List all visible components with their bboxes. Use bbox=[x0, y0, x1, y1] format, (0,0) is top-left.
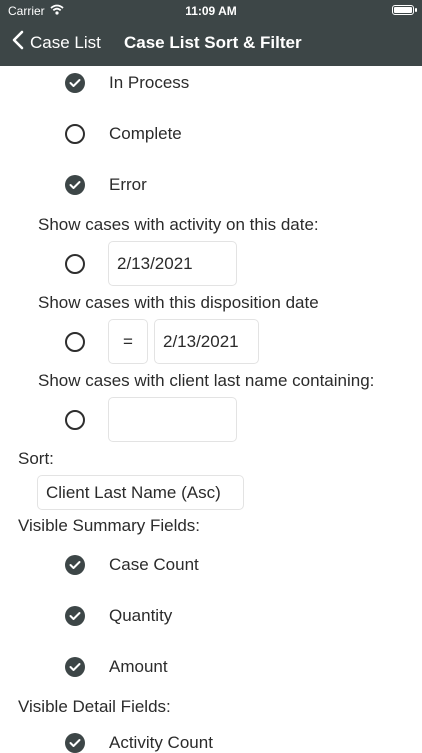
summary-field-amount[interactable]: Amount bbox=[65, 657, 168, 677]
header-bar: Carrier 11:09 AM Case List Case List Sor… bbox=[0, 0, 422, 66]
status-bar: Carrier 11:09 AM bbox=[0, 0, 422, 22]
back-button-label: Case List bbox=[30, 32, 101, 52]
sort-heading: Sort: bbox=[18, 449, 54, 468]
summary-field-case-count[interactable]: Case Count bbox=[65, 555, 199, 575]
activity-date-heading: Show cases with activity on this date: bbox=[38, 215, 319, 234]
battery-icon bbox=[392, 5, 417, 15]
navigation-bar: Case List Case List Sort & Filter bbox=[0, 22, 422, 66]
summary-field-quantity[interactable]: Quantity bbox=[65, 606, 172, 626]
summary-field-label: Case Count bbox=[109, 555, 199, 574]
disposition-date-heading: Show cases with this disposition date bbox=[38, 293, 319, 312]
status-filter-label: In Process bbox=[109, 73, 190, 92]
chevron-left-icon bbox=[12, 30, 24, 55]
status-filter-in-process[interactable]: In Process bbox=[65, 73, 189, 93]
client-name-heading: Show cases with client last name contain… bbox=[38, 371, 375, 390]
unchecked-circle-icon bbox=[65, 124, 85, 144]
status-time: 11:09 AM bbox=[185, 4, 237, 18]
summary-fields-heading: Visible Summary Fields: bbox=[18, 516, 201, 535]
activity-date-field[interactable]: 2/13/2021 bbox=[108, 241, 237, 286]
summary-field-label: Quantity bbox=[109, 606, 173, 625]
checkmark-circle-icon bbox=[65, 733, 85, 753]
activity-date-toggle[interactable] bbox=[65, 254, 85, 274]
status-filter-label: Error bbox=[109, 175, 147, 194]
detail-field-label: Activity Count bbox=[109, 733, 213, 752]
checkmark-circle-icon bbox=[65, 73, 85, 93]
summary-field-label: Amount bbox=[109, 657, 168, 676]
disposition-operator-select[interactable]: = bbox=[108, 319, 148, 364]
client-name-toggle[interactable] bbox=[65, 410, 85, 430]
unchecked-circle-icon bbox=[65, 410, 85, 430]
page-title: Case List Sort & Filter bbox=[124, 33, 302, 52]
checkmark-circle-icon bbox=[65, 606, 85, 626]
disposition-date-field[interactable]: 2/13/2021 bbox=[154, 319, 259, 364]
detail-fields-heading: Visible Detail Fields: bbox=[18, 697, 171, 716]
back-button[interactable]: Case List bbox=[12, 30, 101, 55]
status-filter-complete[interactable]: Complete bbox=[65, 124, 182, 144]
client-name-input[interactable] bbox=[108, 397, 237, 442]
checkmark-circle-icon bbox=[65, 555, 85, 575]
status-filter-error[interactable]: Error bbox=[65, 175, 147, 195]
status-filter-label: Complete bbox=[109, 124, 182, 143]
unchecked-circle-icon bbox=[65, 332, 85, 352]
detail-field-activity-count[interactable]: Activity Count bbox=[65, 733, 213, 753]
disposition-date-toggle[interactable] bbox=[65, 332, 85, 352]
filter-form: In Process Complete Error Show cases wit… bbox=[0, 66, 422, 753]
unchecked-circle-icon bbox=[65, 254, 85, 274]
sort-select[interactable]: Client Last Name (Asc) bbox=[37, 475, 244, 510]
checkmark-circle-icon bbox=[65, 657, 85, 677]
checkmark-circle-icon bbox=[65, 175, 85, 195]
